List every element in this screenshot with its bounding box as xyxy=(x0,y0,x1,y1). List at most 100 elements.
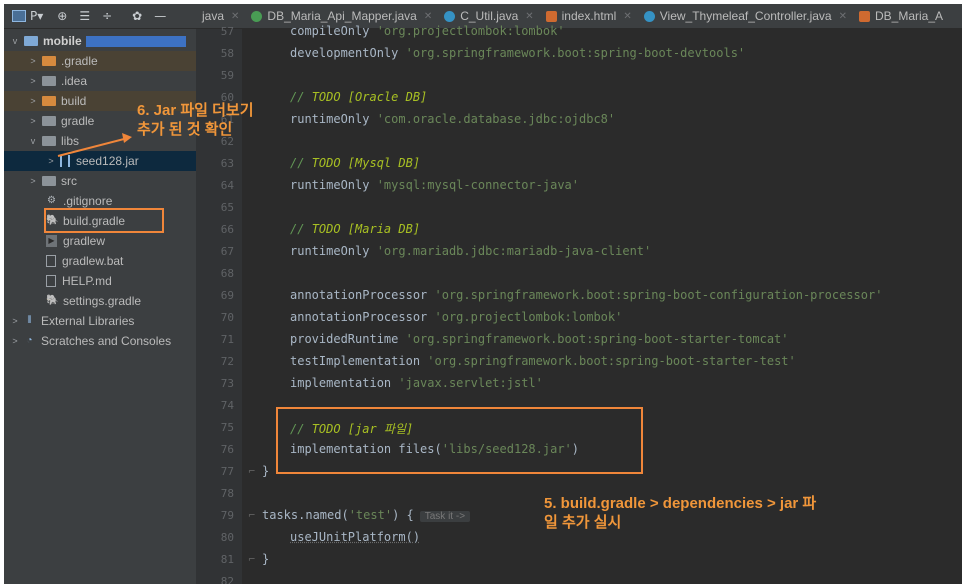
tab-view-thymeleaf-controller[interactable]: View_Thymeleaf_Controller.java ✕ xyxy=(638,4,853,28)
shell-script-icon: ▶ xyxy=(46,235,57,247)
tab-db-maria-a[interactable]: DB_Maria_A xyxy=(853,4,949,28)
chevron-right-icon[interactable]: > xyxy=(28,176,38,186)
tab-label: C_Util.java xyxy=(460,9,519,23)
project-toolbar: P▾ ⊕ ☰ ÷ ✿ — xyxy=(4,4,196,28)
chevron-right-icon[interactable]: > xyxy=(28,116,38,126)
line-number: 74 xyxy=(220,399,234,412)
code-line: runtimeOnly 'com.oracle.database.jdbc:oj… xyxy=(290,112,615,126)
annotation-line: 추가 된 것 확인 xyxy=(137,121,233,138)
line-number: 73 xyxy=(220,377,234,390)
code-line: annotationProcessor 'org.projectlombok:l… xyxy=(290,310,622,324)
line-number: 71 xyxy=(220,333,234,346)
code-string: 'javax.servlet:jstl' xyxy=(398,376,543,390)
ide-window: P▾ ⊕ ☰ ÷ ✿ — java ✕ DB_Maria_Api_Mapper.… xyxy=(4,4,962,584)
tree-label: gradlew.bat xyxy=(62,254,124,268)
module-folder-icon xyxy=(24,36,38,46)
code-token: runtimeOnly xyxy=(290,112,377,126)
folder-icon xyxy=(42,76,56,86)
code-line: tasks.named('test') {Task it -> xyxy=(262,508,471,522)
tree-item-help-md[interactable]: HELP.md xyxy=(4,271,196,291)
tab-label: DB_Maria_A xyxy=(875,9,944,23)
tree-item-settings-gradle[interactable]: 🐘 settings.gradle xyxy=(4,291,196,311)
line-number: 65 xyxy=(220,201,234,214)
text-file-icon xyxy=(46,255,56,267)
close-icon[interactable]: ✕ xyxy=(839,11,847,22)
code-comment: // TODO [Oracle DB] xyxy=(290,90,427,104)
tree-item-gradle-cache[interactable]: > .gradle xyxy=(4,51,196,71)
tree-item-scratches[interactable]: > ◔ Scratches and Consoles xyxy=(4,331,196,351)
line-number: 59 xyxy=(220,69,234,82)
code-comment: // TODO [Mysql DB] xyxy=(290,156,420,170)
tab-label: View_Thymeleaf_Controller.java xyxy=(659,9,832,23)
arrow-line xyxy=(57,137,129,157)
project-view-icon[interactable] xyxy=(12,10,26,22)
tree-item-src[interactable]: > src xyxy=(4,171,196,191)
fold-marker-icon[interactable]: ⌐ xyxy=(248,511,256,521)
code-line: runtimeOnly 'org.mariadb.jdbc:mariadb-ja… xyxy=(290,244,651,258)
tree-item-idea[interactable]: > .idea xyxy=(4,71,196,91)
chevron-right-icon[interactable]: > xyxy=(28,96,38,106)
line-number: 57 xyxy=(220,25,234,38)
line-number: 63 xyxy=(220,157,234,170)
code-line: developmentOnly 'org.springframework.boo… xyxy=(290,46,745,60)
markdown-file-icon xyxy=(46,275,56,287)
code-string: 'org.mariadb.jdbc:mariadb-java-client' xyxy=(376,244,652,258)
tab-label: index.html xyxy=(561,9,617,23)
tree-item-external-libraries[interactable]: > ⫴ External Libraries xyxy=(4,311,196,331)
fold-marker-icon[interactable]: ⌐ xyxy=(248,555,256,565)
close-icon[interactable]: ✕ xyxy=(623,11,631,22)
folder-icon xyxy=(42,56,56,66)
project-view-dropdown[interactable]: P▾ xyxy=(30,9,43,23)
chevron-down-icon[interactable]: v xyxy=(28,136,38,146)
close-icon[interactable]: ✕ xyxy=(231,11,239,22)
annotation-line: 6. Jar 파일 더보기 xyxy=(137,102,254,119)
annotation-line: 5. build.gradle > dependencies > jar 파 xyxy=(544,495,817,512)
tree-label: build xyxy=(61,94,87,108)
close-icon[interactable]: ✕ xyxy=(525,11,533,22)
collapse-icon[interactable]: ☰ xyxy=(79,9,90,23)
annotation-arrow xyxy=(57,133,132,157)
todo-text: TODO [Mysql DB] xyxy=(311,156,421,170)
chevron-right-icon[interactable]: > xyxy=(28,76,38,86)
tree-label: External Libraries xyxy=(41,314,135,328)
tree-item-gradlew-bat[interactable]: gradlew.bat xyxy=(4,251,196,271)
code-token: ) { xyxy=(392,508,414,522)
line-number: 76 xyxy=(220,443,234,456)
arrow-head xyxy=(122,133,132,143)
minimize-icon[interactable]: — xyxy=(154,9,166,23)
line-number: 75 xyxy=(220,421,234,434)
tab-label: java xyxy=(202,9,225,23)
line-number: 68 xyxy=(220,267,234,280)
chevron-right-icon[interactable]: > xyxy=(10,316,20,326)
code-token: runtimeOnly xyxy=(290,244,377,258)
code-token: annotationProcessor xyxy=(290,288,435,302)
code-token: tasks.named( xyxy=(262,508,349,522)
code-line: } xyxy=(262,464,270,478)
code-string: 'org.projectlombok:lombok' xyxy=(376,24,565,38)
html-file-icon xyxy=(545,10,557,22)
code-token: compileOnly xyxy=(290,24,377,38)
code-string: 'test' xyxy=(348,508,393,522)
fold-marker-icon[interactable]: ⌐ xyxy=(248,467,256,477)
java-class-icon xyxy=(444,10,456,22)
gear-icon[interactable]: ✿ xyxy=(132,9,142,23)
xml-file-icon xyxy=(859,10,870,22)
code-string: 'org.projectlombok:lombok' xyxy=(434,310,623,324)
tree-label: Scratches and Consoles xyxy=(41,334,172,348)
code-token: providedRuntime xyxy=(290,332,406,346)
tree-label: gradlew xyxy=(63,234,106,248)
tree-label: src xyxy=(61,174,77,188)
code-string: 'org.springframework.boot:spring-boot-de… xyxy=(405,46,746,60)
chevron-right-icon[interactable]: > xyxy=(28,56,38,66)
tree-root-mobile[interactable]: v mobile xyxy=(4,31,196,51)
add-config-icon[interactable]: ⊕ xyxy=(57,9,67,23)
close-icon[interactable]: ✕ xyxy=(424,11,432,22)
expand-icon[interactable]: ÷ xyxy=(102,9,112,23)
code-line: runtimeOnly 'mysql:mysql-connector-java' xyxy=(290,178,579,192)
line-number: 70 xyxy=(220,311,234,324)
chevron-down-icon[interactable]: v xyxy=(10,36,20,46)
chevron-right-icon[interactable]: > xyxy=(10,336,20,346)
tree-item-gradlew[interactable]: ▶ gradlew xyxy=(4,231,196,251)
highlight-box-jar-dependency xyxy=(276,407,643,474)
java-class-icon xyxy=(251,10,263,22)
